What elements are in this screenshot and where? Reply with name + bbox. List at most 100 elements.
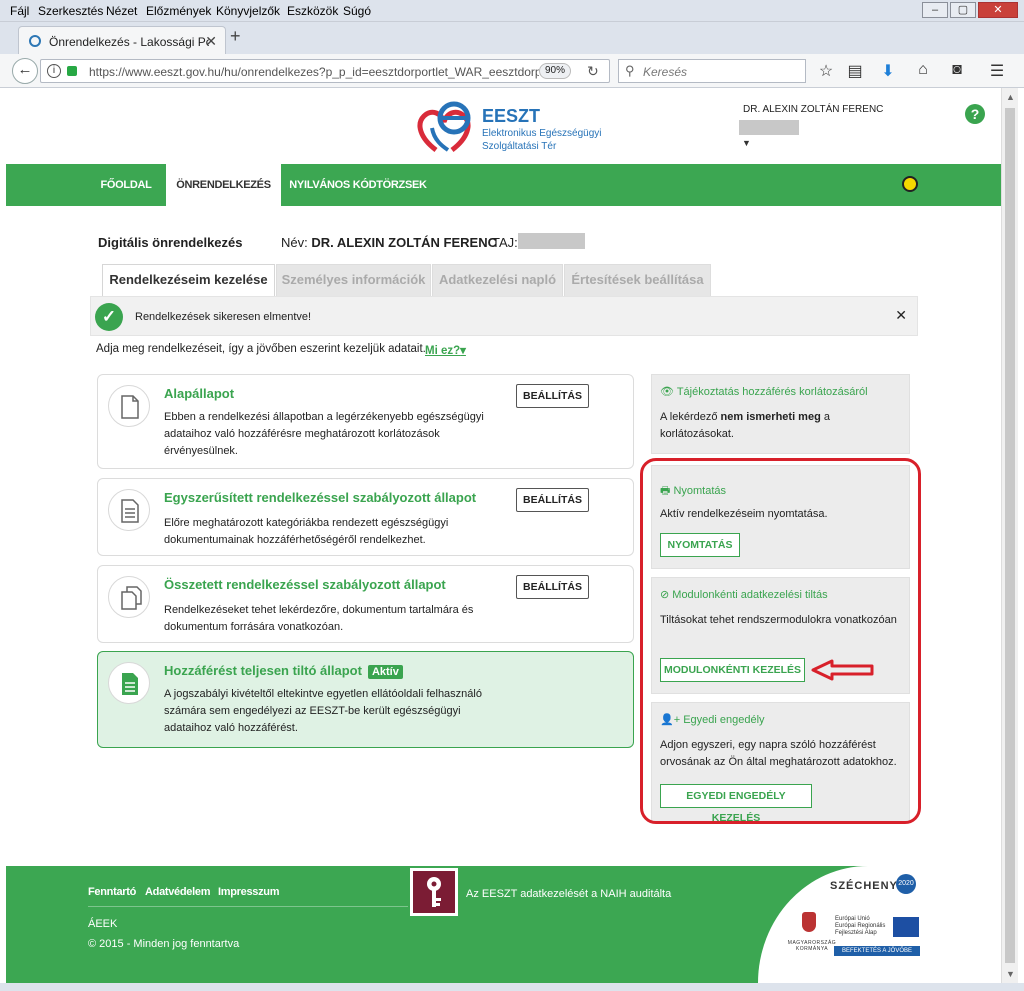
card-description: Előre meghatározott kategóriákba rendeze… [164, 517, 449, 546]
back-icon[interactable]: ← [12, 58, 38, 84]
footer-link-maintainer[interactable]: Fenntartó [88, 886, 136, 898]
navigation-toolbar: ← i https://www.eeszt.gov.hu/hu/onrendel… [0, 54, 1024, 88]
lock-icon [67, 66, 77, 76]
szechenyi-label: SZÉCHENYI [830, 880, 902, 892]
naih-key-icon[interactable] [410, 868, 458, 916]
card-title: Alapállapot [164, 386, 235, 401]
setting-button[interactable]: BEÁLLÍTÁS [516, 384, 589, 408]
reload-icon[interactable]: ↻ [587, 63, 599, 80]
footer-divider [88, 906, 408, 907]
checkmark-icon: ✓ [95, 303, 123, 331]
card-description: A jogszabályi kivételtől eltekintve egye… [164, 688, 482, 734]
state-card-basic: Alapállapot Ebben a rendelkezési állapot… [97, 374, 634, 469]
user-dropdown-icon[interactable]: ▼ [742, 138, 751, 148]
home-icon[interactable]: ⌂ [912, 61, 934, 79]
hamburger-menu-icon[interactable]: ☰ [986, 61, 1008, 81]
menu-bookmarks[interactable]: Könyvjelzők [216, 4, 280, 18]
menu-history[interactable]: Előzmények [146, 4, 211, 18]
menu-bar: Fájl Szerkesztés Nézet Előzmények Könyvj… [0, 0, 1024, 22]
copyright: © 2015 - Minden jog fenntartva [88, 938, 240, 950]
naih-audit-text: Az EESZT adatkezelését a NAIH auditálta [466, 888, 672, 900]
close-tab-icon[interactable]: ✕ [205, 33, 217, 50]
info-panel: 👁 Tájékoztatás hozzáférés korlátozásáról… [651, 374, 910, 454]
eu-flag-icon [893, 917, 919, 937]
bookmark-star-icon[interactable]: ☆ [815, 61, 837, 81]
download-icon[interactable]: ⬇ [877, 61, 899, 81]
what-is-it-link[interactable]: Mi ez?▾ [425, 343, 466, 357]
investment-banner: BEFEKTETÉS A JÖVŐBE [834, 946, 920, 956]
info-icon[interactable]: i [47, 64, 61, 78]
logo-title: EESZT [482, 106, 541, 126]
setting-button[interactable]: BEÁLLÍTÁS [516, 488, 589, 512]
logo-subtitle-2: Szolgáltatási Tér [482, 141, 557, 152]
eu-fund-label: Európai Unió Európai Regionális Fejleszté… [835, 916, 886, 936]
success-alert: ✓ Rendelkezések sikeresen elmentve! ✕ [90, 296, 918, 336]
document-lines-icon [108, 489, 150, 531]
eye-slash-icon: 👁 [660, 386, 674, 398]
card-title: Egyszerűsített rendelkezéssel szabályozo… [164, 490, 477, 505]
scroll-up-icon[interactable]: ▲ [1006, 92, 1015, 102]
documents-copy-icon [108, 576, 150, 618]
state-card-full-deny: Hozzáférést teljesen tiltó állapot Aktív … [97, 651, 634, 748]
menu-help[interactable]: Súgó [343, 4, 371, 18]
footer-org: ÁEEK [88, 918, 118, 930]
red-arrow-icon [811, 659, 874, 681]
card-description: Rendelkezéseket tehet lekérdezőre, dokum… [164, 604, 474, 633]
menu-tools[interactable]: Eszközök [287, 4, 338, 18]
card-description: Ebben a rendelkezési állapotban a legérz… [164, 411, 484, 457]
menu-view[interactable]: Nézet [106, 4, 137, 18]
tab-title: Önrendelkezés - Lakossági Po [49, 35, 209, 49]
nav-item-self-determination[interactable]: ÖNRENDELKEZÉS [166, 164, 281, 206]
patient-name: Név: DR. ALEXIN ZOLTÁN FERENC [281, 235, 497, 250]
redacted-user-info [739, 120, 799, 135]
reading-list-icon[interactable]: ▤ [844, 61, 866, 81]
footer-link-imprint[interactable]: Impresszum [218, 886, 280, 898]
new-tab-icon[interactable]: + [230, 26, 241, 47]
redacted-taj [518, 233, 585, 249]
state-card-simplified: Egyszerűsített rendelkezéssel szabályozo… [97, 478, 634, 556]
state-card-complex: Összetett rendelkezéssel szabályozott ál… [97, 565, 634, 643]
minimize-button[interactable]: – [922, 2, 948, 18]
menu-file[interactable]: Fájl [10, 4, 29, 18]
favicon-icon [29, 35, 41, 47]
card-title: Hozzáférést teljesen tiltó állapot Aktív [164, 663, 403, 679]
scrollbar-thumb[interactable] [1005, 108, 1015, 963]
scroll-down-icon[interactable]: ▼ [1006, 969, 1015, 979]
zoom-indicator[interactable]: 90% [539, 63, 571, 79]
close-window-button[interactable]: ✕ [978, 2, 1018, 18]
close-alert-icon[interactable]: ✕ [895, 307, 907, 324]
menu-edit[interactable]: Szerkesztés [38, 4, 103, 18]
maximize-button[interactable]: ▢ [950, 2, 976, 18]
eeszt-logo[interactable]: EESZT Elektronikus Egészségügyi Szolgált… [414, 98, 614, 158]
address-bar[interactable]: i https://www.eeszt.gov.hu/hu/onrendelke… [40, 59, 610, 83]
nav-item-home[interactable]: FŐOLDAL [94, 164, 158, 206]
taj-label: TAJ: [492, 235, 518, 250]
tab-personal-info[interactable]: Személyes információk [276, 264, 431, 296]
card-title: Összetett rendelkezéssel szabályozott ál… [164, 577, 446, 592]
main-navigation: FŐOLDAL ÖNRENDELKEZÉS NYILVÁNOS KÓDTÖRZS… [6, 164, 1001, 206]
nav-item-public-code-lists[interactable]: NYILVÁNOS KÓDTÖRZSEK [288, 164, 428, 206]
url-text[interactable]: https://www.eeszt.gov.hu/hu/onrendelkeze… [89, 65, 539, 79]
help-icon[interactable]: ? [965, 104, 985, 124]
search-icon: ⚲ [625, 63, 635, 78]
search-input[interactable]: ⚲ Keresés [618, 59, 806, 83]
vertical-scrollbar[interactable]: ▲ ▼ [1001, 88, 1018, 983]
page-title: Digitális önrendelkezés [98, 235, 243, 250]
tab-manage-provisions[interactable]: Rendelkezéseim kezelése [102, 264, 275, 296]
pocket-icon[interactable]: ◙ [946, 61, 968, 79]
window-bottom-border [0, 983, 1024, 991]
browser-tab[interactable]: Önrendelkezés - Lakossági Po ✕ [18, 26, 226, 54]
government-label: MAGYARORSZÁG KORMÁNYA [787, 940, 837, 952]
footer-link-privacy[interactable]: Adatvédelem [145, 886, 210, 898]
user-name[interactable]: DR. ALEXIN ZOLTÁN FERENC [743, 104, 883, 115]
panel-title: 👁 Tájékoztatás hozzáférés korlátozásáról [660, 386, 868, 398]
accessibility-icon[interactable] [902, 176, 918, 192]
setting-button[interactable]: BEÁLLÍTÁS [516, 575, 589, 599]
intro-text: Adja meg rendelkezéseit, így a jövőben e… [96, 343, 426, 355]
document-icon [108, 385, 150, 427]
active-badge: Aktív [367, 665, 403, 679]
tab-bar: Önrendelkezés - Lakossági Po ✕ [0, 22, 1024, 54]
szechenyi-badge: SZÉCHENYI 2020 MAGYARORSZÁG KORMÁNYA Eur… [758, 866, 1001, 983]
tab-notification-settings[interactable]: Értesítések beállítása [564, 264, 711, 296]
tab-data-log[interactable]: Adatkezelési napló [432, 264, 563, 296]
